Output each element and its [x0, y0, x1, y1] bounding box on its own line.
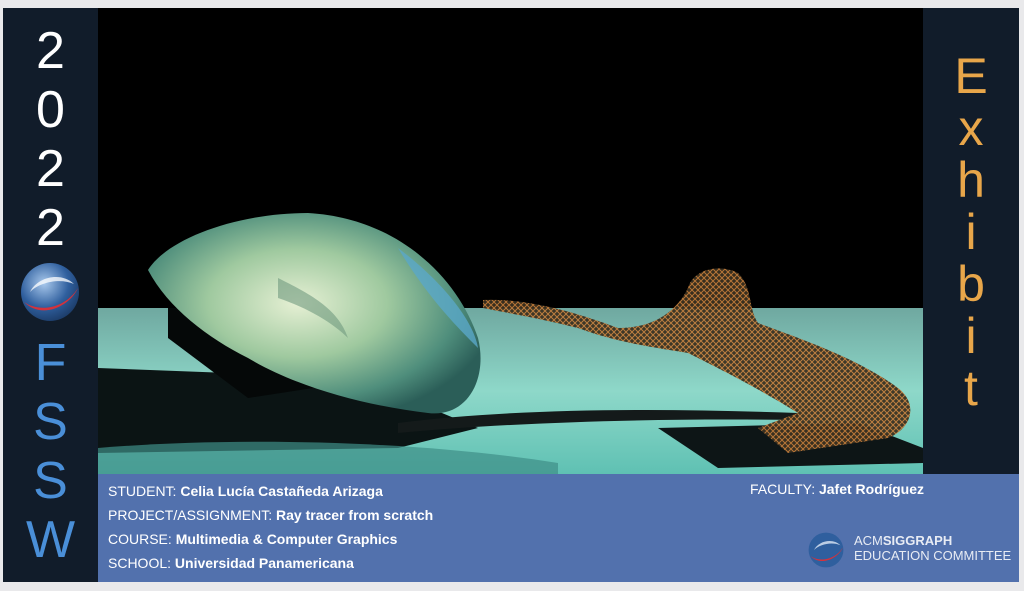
exhibit-letter: i: [965, 308, 977, 364]
left-sidebar: 2 0 2 2 F S S W: [3, 8, 98, 582]
school-line: SCHOOL: Universidad Panamericana: [108, 555, 354, 571]
acm-siggraph-education-logo: ACMSIGGRAPH EDUCATION COMMITTEE: [808, 530, 1018, 570]
acm-globe-icon: [808, 532, 844, 568]
exhibit-letter: E: [954, 48, 988, 104]
project-label: PROJECT/ASSIGNMENT:: [108, 507, 273, 523]
exhibit-slide: 2 0 2 2 F S S W E x h i b i t STUDENT: C…: [3, 8, 1019, 582]
student-line: STUDENT: Celia Lucía Castañeda Arizaga: [108, 483, 383, 499]
siggraph-word: SIGGRAPH: [882, 533, 953, 548]
course-label: COURSE:: [108, 531, 172, 547]
program-letter: F: [34, 334, 67, 392]
year-digit: 2: [36, 140, 65, 198]
right-sidebar: E x h i b i t: [923, 8, 1019, 474]
education-committee-text: EDUCATION COMMITTEE: [854, 548, 1012, 563]
acm-prefix: ACM: [854, 533, 883, 548]
course-line: COURSE: Multimedia & Computer Graphics: [108, 531, 397, 547]
faculty-label: FACULTY:: [750, 481, 816, 497]
exhibit-letter: i: [965, 204, 977, 260]
student-label: STUDENT:: [108, 483, 177, 499]
school-name: Universidad Panamericana: [174, 555, 354, 571]
exhibit-letter: x: [958, 100, 984, 156]
year-digit: 0: [36, 81, 65, 139]
program-letter: S: [33, 393, 68, 451]
project-line: PROJECT/ASSIGNMENT: Ray tracer from scra…: [108, 507, 433, 523]
exhibit-letter: t: [964, 360, 978, 416]
school-label: SCHOOL:: [108, 555, 172, 571]
acm-logo-text: ACMSIGGRAPH EDUCATION COMMITTEE: [854, 533, 1011, 563]
credits-bar: STUDENT: Celia Lucía Castañeda Arizaga P…: [98, 474, 1019, 582]
exhibit-letter: h: [957, 152, 985, 208]
student-name: Celia Lucía Castañeda Arizaga: [180, 483, 383, 499]
faculty-line: FACULTY: Jafet Rodríguez: [750, 481, 924, 497]
exhibit-letter: b: [957, 256, 985, 312]
program-letter: S: [33, 452, 68, 510]
ray-traced-artwork-image: [98, 8, 923, 474]
program-letter: W: [25, 511, 76, 569]
year-digit: 2: [36, 22, 65, 80]
year-digit: 2: [36, 199, 65, 257]
faculty-name: Jafet Rodríguez: [818, 481, 924, 497]
project-name: Ray tracer from scratch: [276, 507, 434, 523]
course-name: Multimedia & Computer Graphics: [175, 531, 398, 547]
siggraph-globe-logo-icon: [21, 263, 79, 321]
